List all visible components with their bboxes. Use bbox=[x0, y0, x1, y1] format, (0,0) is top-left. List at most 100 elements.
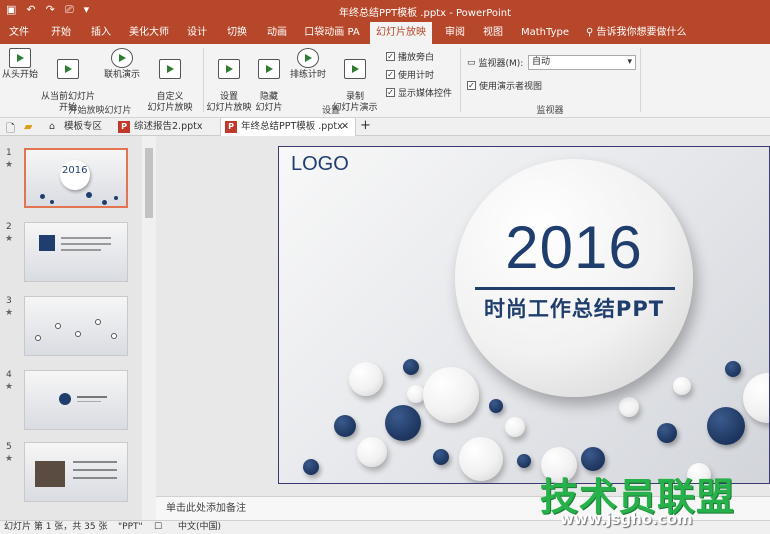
spellcheck-icon[interactable]: ☐ bbox=[154, 521, 162, 534]
slide-thumbnail[interactable]: 4 ★ bbox=[0, 370, 142, 444]
window-title: 年终总结PPT模板 .pptx - PowerPoint bbox=[338, 8, 512, 19]
slide-thumbnail[interactable]: 3 ★ bbox=[0, 296, 142, 370]
tab-review[interactable]: 审阅 bbox=[440, 22, 470, 44]
decor-circle bbox=[505, 417, 525, 437]
decor-circle bbox=[403, 359, 419, 375]
decor-circle bbox=[707, 407, 745, 445]
tab-transitions[interactable]: 切换 bbox=[222, 22, 252, 44]
play-narrations-checkbox[interactable]: ✓ 播放旁白 bbox=[386, 50, 434, 63]
tab-pocket-animation[interactable]: 口袋动画 PA bbox=[302, 22, 362, 44]
thumbnail-preview: 2016 bbox=[24, 148, 128, 208]
play-slideshow-icon bbox=[9, 48, 31, 68]
decor-circle bbox=[385, 405, 421, 441]
thumbnail-preview bbox=[24, 296, 128, 356]
animation-star-icon: ★ bbox=[5, 234, 14, 244]
ribbon-divider bbox=[203, 48, 204, 112]
decor-circle bbox=[334, 415, 356, 437]
decor-circle bbox=[489, 399, 503, 413]
setup-icon bbox=[218, 59, 240, 79]
use-timings-checkbox[interactable]: ✓ 使用计时 bbox=[386, 68, 434, 81]
tab-meihua[interactable]: 美化大师 bbox=[126, 22, 172, 44]
group-label-start: 开始放映幻灯片 bbox=[68, 106, 132, 116]
ribbon: 从头开始 从当前幻灯片 开始 联机演示 自定义 幻灯片放映 开始放映幻灯片 设置… bbox=[0, 44, 770, 118]
slide-thumbnail[interactable]: 2 ★ bbox=[0, 222, 142, 296]
custom-show-icon bbox=[159, 59, 181, 79]
play-current-icon bbox=[57, 59, 79, 79]
thumbnail-preview bbox=[24, 222, 128, 282]
decor-circle bbox=[349, 362, 383, 396]
animation-star-icon: ★ bbox=[5, 308, 14, 318]
slide-thumbnail-pane: 1 ★ 2016 2 ★ 3 ★ 4 ★ 5 ★ bbox=[0, 136, 156, 520]
slide-canvas[interactable]: LOGO 2016 时尚工作总结PPT bbox=[278, 146, 770, 484]
animation-star-icon: ★ bbox=[5, 454, 14, 464]
title-bar: ▣ ↶ ↷ ⎚ ▾ 年终总结PPT模板 .pptx - PowerPoint bbox=[0, 0, 770, 22]
folder-icon[interactable]: ▰ bbox=[24, 120, 32, 133]
show-media-controls-checkbox[interactable]: ✓ 显示媒体控件 bbox=[386, 86, 452, 99]
tab-mathtype[interactable]: MathType bbox=[516, 22, 574, 44]
lightbulb-icon: ⚲ bbox=[586, 27, 594, 38]
decor-circle bbox=[657, 423, 677, 443]
stopwatch-icon bbox=[297, 48, 319, 68]
language-indicator[interactable]: 中文(中国) bbox=[178, 521, 221, 534]
from-beginning-button[interactable]: 从头开始 bbox=[2, 48, 38, 81]
ribbon-tabs: 文件 开始 插入 美化大师 设计 切换 动画 口袋动画 PA 幻灯片放映 审阅 … bbox=[0, 22, 770, 44]
present-online-button[interactable]: 联机演示 bbox=[100, 48, 144, 81]
tab-slideshow[interactable]: 幻灯片放映 bbox=[370, 22, 432, 44]
hide-slide-icon bbox=[258, 59, 280, 79]
animation-star-icon: ★ bbox=[5, 382, 14, 392]
tab-design[interactable]: 设计 bbox=[182, 22, 212, 44]
slide-subtitle: 时尚工作总结PPT bbox=[483, 297, 665, 321]
thumbnail-preview bbox=[24, 370, 128, 430]
tab-animations[interactable]: 动画 bbox=[262, 22, 292, 44]
checkmark-icon: ✓ bbox=[386, 52, 395, 61]
tab-view[interactable]: 视图 bbox=[478, 22, 508, 44]
monitor-label: ▭ 监视器(M): bbox=[467, 57, 524, 70]
decor-circle bbox=[433, 449, 449, 465]
ribbon-divider bbox=[460, 48, 461, 112]
tab-insert[interactable]: 插入 bbox=[86, 22, 116, 44]
monitor-dropdown[interactable]: 自动 bbox=[528, 55, 636, 70]
tab-home[interactable]: 开始 bbox=[46, 22, 76, 44]
rehearse-timings-button[interactable]: 排练计时 bbox=[288, 48, 328, 81]
monitor-icon: ▭ bbox=[467, 57, 476, 68]
thumbnail-scrollbar[interactable] bbox=[142, 136, 156, 520]
document-tabs: 🗋 ▰ ⌂ 模板专区 P 综述报告2.pptx P 年终总结PPT模板 .ppt… bbox=[0, 118, 770, 136]
checkmark-icon: ✓ bbox=[386, 70, 395, 79]
scrollbar-thumb[interactable] bbox=[145, 148, 153, 218]
record-icon bbox=[344, 59, 366, 79]
tell-me-text: 告诉我你想要做什么 bbox=[596, 27, 687, 38]
ribbon-divider bbox=[640, 48, 641, 112]
slide-counter: 幻灯片 第 1 张，共 35 张 bbox=[4, 522, 108, 532]
slide-logo-text: LOGO bbox=[291, 153, 349, 175]
decor-circle bbox=[673, 377, 691, 395]
decor-circle bbox=[357, 437, 387, 467]
home-icon: ⌂ bbox=[49, 121, 56, 132]
group-label-monitors: 监视器 bbox=[536, 106, 564, 116]
powerpoint-file-icon: P bbox=[118, 121, 130, 133]
doc-tab-template-zone[interactable]: ⌂ 模板专区 bbox=[44, 118, 110, 136]
decor-circle bbox=[459, 437, 503, 481]
slide-thumbnail[interactable]: 5 ★ bbox=[0, 442, 142, 516]
decor-circle bbox=[619, 397, 639, 417]
doc-tab-annual-summary[interactable]: P 年终总结PPT模板 .pptx ✕ bbox=[220, 118, 356, 136]
decor-circle bbox=[303, 459, 319, 475]
checkmark-icon: ✓ bbox=[386, 88, 395, 97]
slide-thumbnail[interactable]: 1 ★ 2016 bbox=[0, 148, 142, 222]
powerpoint-file-icon: P bbox=[225, 121, 237, 133]
globe-icon bbox=[111, 48, 133, 68]
decor-circle bbox=[725, 361, 741, 377]
title-underline bbox=[475, 287, 675, 290]
add-tab-icon[interactable]: + bbox=[360, 118, 371, 133]
watermark-url: www.jsgho.com bbox=[560, 510, 693, 528]
thumbnail-preview bbox=[24, 442, 128, 502]
group-label-setup: 设置 bbox=[321, 106, 340, 116]
decor-circle bbox=[743, 373, 769, 423]
doc-tab-report[interactable]: P 综述报告2.pptx bbox=[114, 118, 216, 136]
presenter-view-checkbox[interactable]: ✓ 使用演示者视图 bbox=[467, 79, 542, 92]
tell-me-box[interactable]: ⚲ 告诉我你想要做什么 bbox=[586, 22, 690, 44]
tab-file[interactable]: 文件 bbox=[4, 22, 34, 44]
decor-circle bbox=[423, 367, 479, 423]
close-tab-icon[interactable]: ✕ bbox=[341, 118, 349, 136]
animation-star-icon: ★ bbox=[5, 160, 14, 170]
theme-name: "PPT" bbox=[118, 522, 143, 532]
